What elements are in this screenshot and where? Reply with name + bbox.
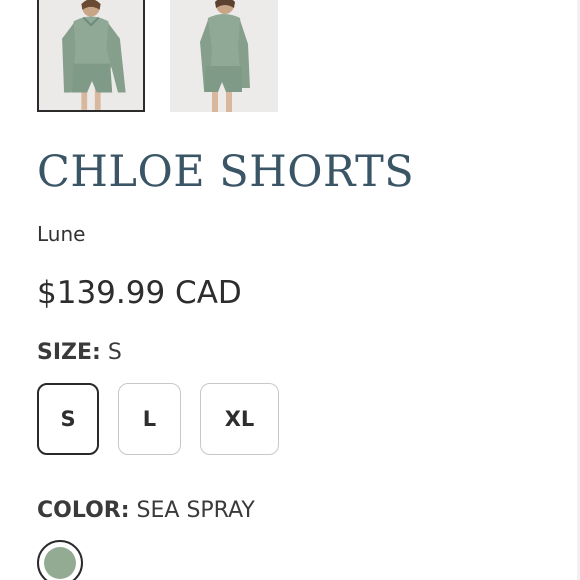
product-page: CHLOE SHORTS Lune $139.99 CAD SIZE: S S … bbox=[0, 0, 580, 580]
product-thumbnail-front[interactable] bbox=[37, 0, 145, 112]
product-price: $139.99 CAD bbox=[37, 275, 242, 311]
product-title: CHLOE SHORTS bbox=[37, 147, 415, 197]
size-option-s[interactable]: S bbox=[37, 383, 99, 455]
color-swatch-sea-spray[interactable] bbox=[37, 540, 83, 580]
size-label-key: SIZE: bbox=[37, 340, 101, 365]
color-option-label: COLOR: SEA SPRAY bbox=[37, 497, 255, 525]
color-selected-value: SEA SPRAY bbox=[136, 498, 255, 523]
color-label-key: COLOR: bbox=[37, 498, 130, 523]
model-photo-front bbox=[39, 0, 143, 110]
color-swatch-fill bbox=[44, 547, 76, 579]
size-option-xl[interactable]: XL bbox=[200, 383, 279, 455]
size-option-l[interactable]: L bbox=[118, 383, 181, 455]
size-selected-value: S bbox=[107, 340, 122, 365]
product-vendor[interactable]: Lune bbox=[37, 221, 85, 247]
size-option-label: SIZE: S bbox=[37, 339, 122, 367]
model-photo-side bbox=[170, 0, 278, 112]
product-thumbnail-side[interactable] bbox=[170, 0, 278, 112]
